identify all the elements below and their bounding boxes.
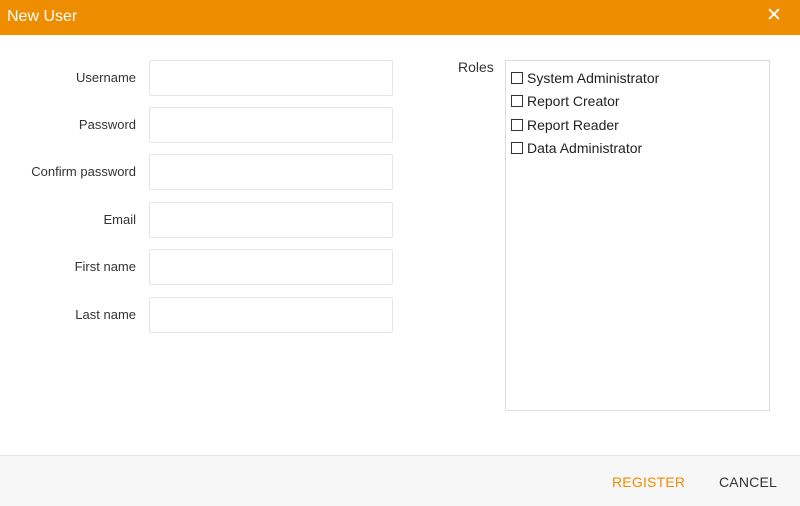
role-item-system-administrator[interactable]: System Administrator: [511, 68, 659, 88]
password-label: Password: [78, 117, 136, 132]
role-item-report-reader[interactable]: Report Reader: [511, 115, 619, 135]
new-user-dialog: New User ✕ Username Password Confirm pas…: [0, 0, 800, 506]
register-button[interactable]: REGISTER: [612, 473, 685, 491]
username-label: Username: [76, 70, 136, 85]
last-name-row: Last name: [0, 297, 400, 333]
roles-label: Roles: [458, 59, 494, 75]
first-name-row: First name: [0, 249, 400, 285]
username-input[interactable]: [149, 60, 393, 96]
last-name-label: Last name: [75, 307, 136, 322]
checkbox-icon[interactable]: [511, 119, 523, 131]
role-label: Data Administrator: [527, 140, 643, 156]
checkbox-icon[interactable]: [511, 142, 523, 154]
last-name-input[interactable]: [149, 297, 393, 333]
confirm-password-label: Confirm password: [31, 164, 136, 179]
role-item-data-administrator[interactable]: Data Administrator: [511, 138, 642, 158]
email-label: Email: [103, 212, 136, 227]
role-label: Report Creator: [527, 93, 620, 109]
first-name-label: First name: [74, 259, 136, 274]
dialog-footer: REGISTER CANCEL: [0, 455, 800, 506]
role-label: Report Reader: [527, 117, 619, 133]
email-input[interactable]: [149, 202, 393, 238]
cancel-button[interactable]: CANCEL: [719, 473, 777, 491]
password-input[interactable]: [149, 107, 393, 143]
username-row: Username: [0, 60, 400, 96]
close-icon[interactable]: ✕: [765, 6, 783, 26]
checkbox-icon[interactable]: [511, 95, 523, 107]
confirm-password-input[interactable]: [149, 154, 393, 190]
checkbox-icon[interactable]: [511, 72, 523, 84]
password-row: Password: [0, 107, 400, 143]
first-name-input[interactable]: [149, 249, 393, 285]
email-row: Email: [0, 202, 400, 238]
roles-list: System Administrator Report Creator Repo…: [505, 60, 770, 411]
confirm-password-row: Confirm password: [0, 154, 400, 190]
dialog-titlebar: New User ✕: [0, 0, 800, 35]
role-item-report-creator[interactable]: Report Creator: [511, 91, 620, 111]
dialog-title: New User: [7, 8, 78, 25]
role-label: System Administrator: [527, 70, 660, 86]
